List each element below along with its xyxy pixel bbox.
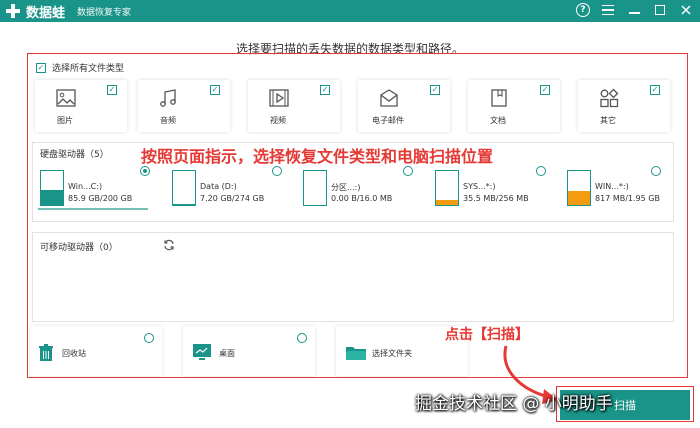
brand-name: 数据蛙	[26, 5, 66, 21]
app-logo: 数据蛙	[6, 2, 65, 21]
minimize-button[interactable]	[626, 2, 642, 18]
maximize-button[interactable]	[652, 2, 668, 18]
menu-icon	[602, 5, 614, 15]
close-icon	[681, 5, 691, 15]
close-button[interactable]	[678, 2, 694, 18]
app-subtitle: 数据恢复专家	[77, 7, 132, 18]
maximize-icon	[655, 5, 665, 15]
help-icon[interactable]: ?	[576, 3, 590, 17]
menu-button[interactable]	[600, 2, 616, 18]
watermark-text: 掘金技术社区 @ 小明助手	[415, 394, 613, 414]
app-window: 数据蛙 数据恢复专家 ? 选择要扫描的丢失数据的数据类型和路径。 ✓ 选择所有文…	[0, 0, 700, 428]
annotation-main-text: 按照页面指示，选择恢复文件类型和电脑扫描位置	[141, 147, 494, 166]
annotation-frame-main	[27, 53, 688, 378]
title-bar: 数据蛙 数据恢复专家 ?	[0, 0, 700, 22]
window-controls: ?	[576, 2, 694, 18]
logo-plus-icon	[6, 4, 20, 18]
minimize-icon	[628, 12, 640, 14]
